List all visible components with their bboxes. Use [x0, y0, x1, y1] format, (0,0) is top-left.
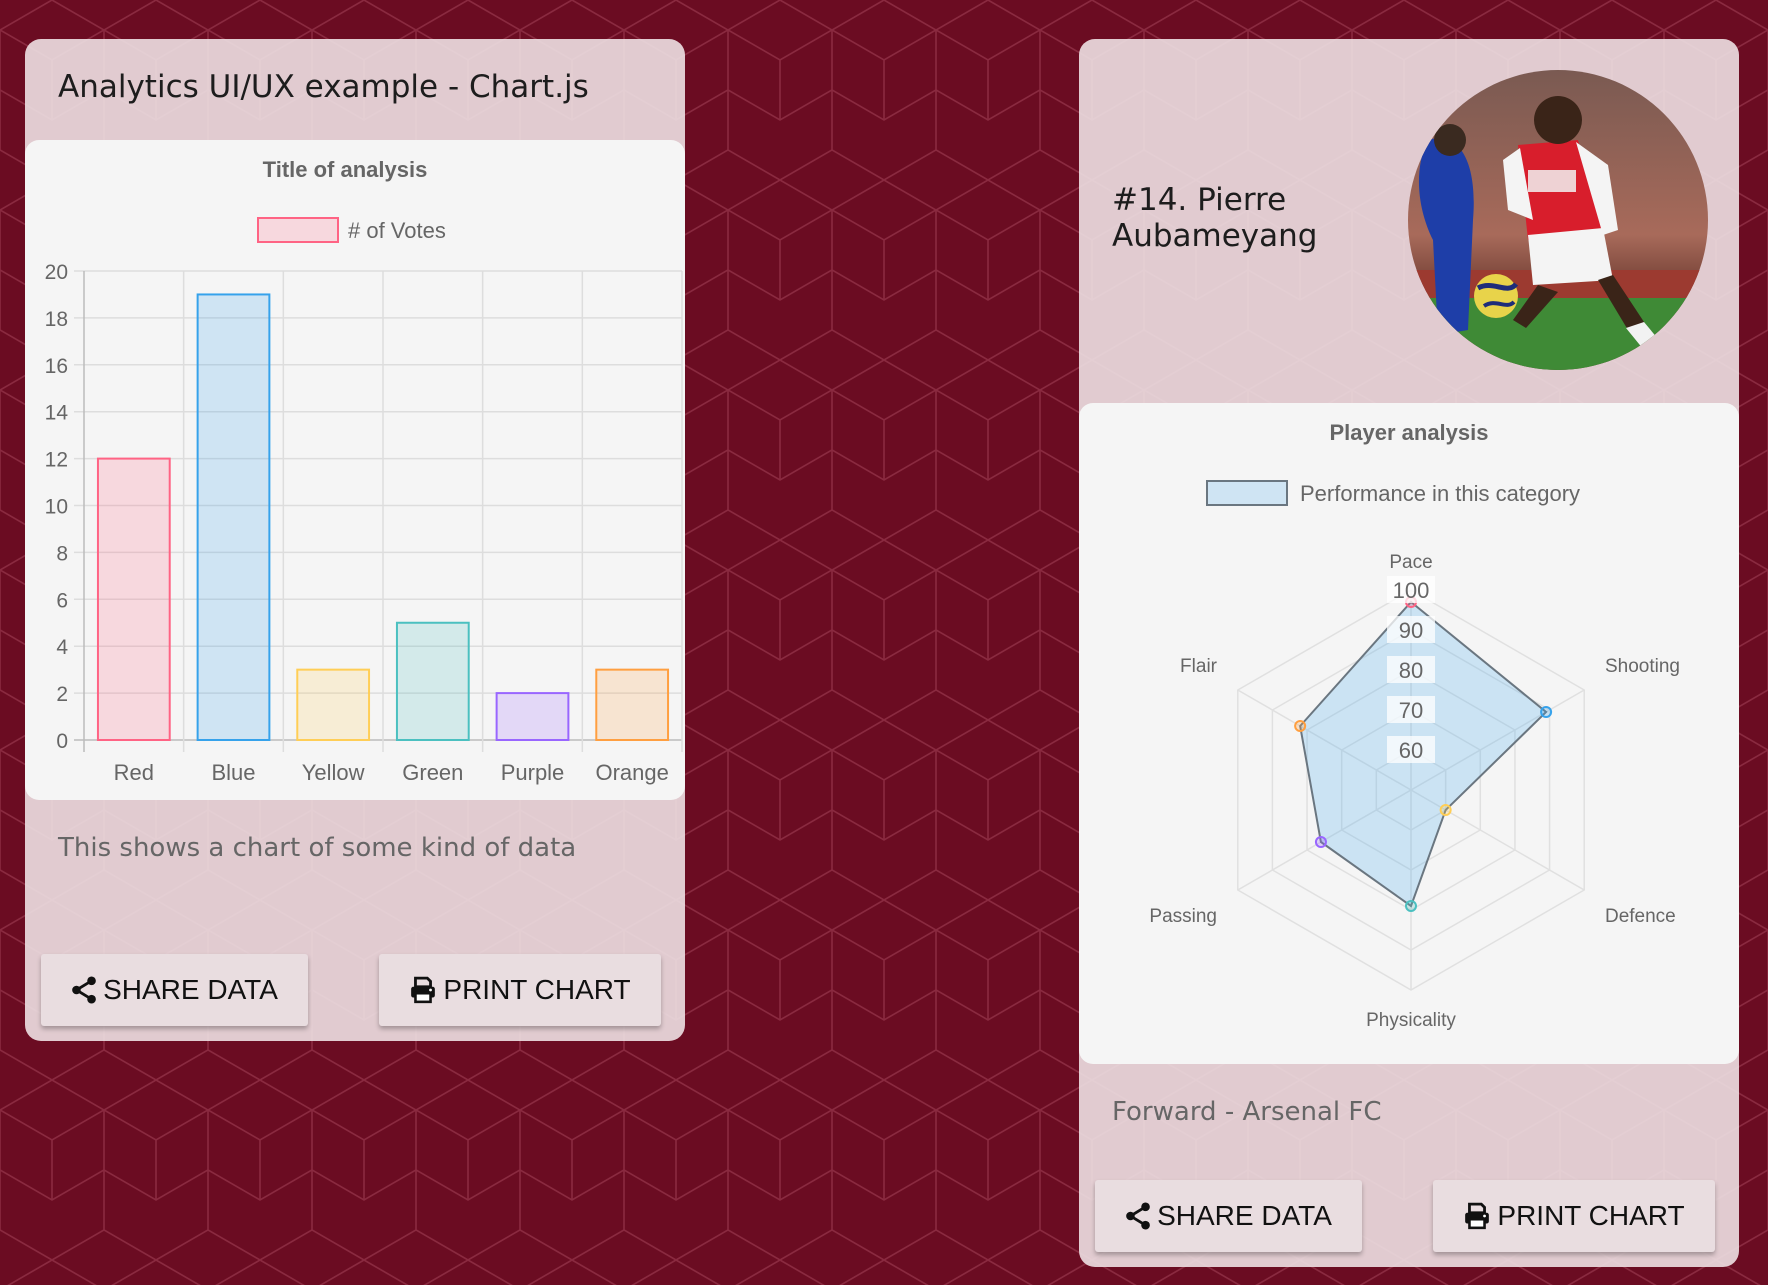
y-tick-label: 4 [56, 636, 68, 659]
y-tick-label: 12 [45, 449, 68, 472]
x-tick-label: Green [402, 760, 463, 785]
r-tick-label: 90 [1399, 618, 1423, 643]
r-tick-label: 70 [1399, 698, 1423, 723]
point-label-pace: Pace [1389, 552, 1432, 573]
card-title: Analytics UI/UX example - Chart.js [58, 69, 589, 105]
player-position: Forward - Arsenal FC [1112, 1097, 1382, 1127]
radar-point-passing [1314, 836, 1327, 848]
y-tick-label: 16 [45, 355, 68, 378]
radar-chart-panel: Player analysis Performance in this categ… [1079, 403, 1739, 1064]
y-tick-label: 20 [45, 261, 68, 284]
r-tick-label: 100 [1393, 578, 1430, 603]
x-tick-label: Orange [595, 760, 668, 785]
y-tick-label: 8 [56, 542, 68, 565]
y-tick-label: 14 [45, 402, 69, 425]
share-data-button[interactable]: SHARE DATA [1095, 1180, 1362, 1252]
print-chart-button[interactable]: PRINT CHART [379, 954, 661, 1026]
bar-green [395, 621, 470, 741]
radar-point-flair [1294, 720, 1307, 732]
r-tick-label: 80 [1399, 658, 1423, 683]
chart-title: Title of analysis [263, 157, 428, 182]
chart-description: This shows a chart of some kind of data [58, 833, 577, 863]
bar-chart-panel: Title of analysis # of Votes 0 2 4 6 8 10 12 14 16… [25, 140, 685, 800]
radar-chart: Player analysis Performance in this categ… [1149, 420, 1680, 1031]
point-label-shooting: Shooting [1605, 656, 1680, 677]
legend-swatch [257, 217, 339, 243]
bar-red [96, 457, 171, 741]
y-tick-label: 0 [56, 730, 68, 753]
print-chart-label: PRINT CHART [1497, 1200, 1685, 1231]
printer-icon [1465, 1202, 1490, 1230]
point-label-physicality: Physicality [1366, 1010, 1456, 1031]
legend-swatch [1206, 480, 1288, 506]
legend-label: Performance in this category [1300, 481, 1580, 506]
radar-point-physicality [1405, 900, 1417, 912]
bar-chart: Title of analysis # of Votes 0 2 4 6 8 10 12 14 16… [45, 157, 683, 785]
bar-yellow [296, 668, 371, 742]
y-tick-label: 2 [56, 683, 68, 706]
y-tick-label: 6 [56, 589, 68, 612]
share-data-label: SHARE DATA [1157, 1200, 1332, 1231]
point-label-defence: Defence [1605, 906, 1676, 927]
player-card: #14. Pierre Aubameyang Player analysis P… [1079, 39, 1739, 1267]
share-data-label: SHARE DATA [103, 974, 278, 1005]
bar-orange [595, 668, 670, 742]
point-label-flair: Flair [1180, 656, 1218, 677]
x-tick-label: Purple [501, 760, 565, 785]
r-tick-label: 60 [1399, 738, 1423, 763]
point-label-passing: Passing [1149, 906, 1217, 927]
bar-purple [495, 692, 570, 741]
share-icon [1126, 1202, 1150, 1230]
player-name: #14. Pierre Aubameyang [1112, 182, 1318, 254]
share-icon [72, 976, 96, 1004]
chart-title: Player analysis [1329, 420, 1488, 445]
y-tick-label: 10 [45, 496, 68, 519]
x-tick-label: Yellow [302, 760, 365, 785]
print-chart-label: PRINT CHART [443, 974, 631, 1005]
x-tick-label: Red [114, 760, 154, 785]
legend-label: # of Votes [348, 218, 446, 243]
radar-point-defence [1439, 804, 1452, 816]
analytics-card: Analytics UI/UX example - Chart.js Title… [25, 39, 685, 1041]
player-avatar [1408, 70, 1708, 370]
y-tick-label: 18 [45, 308, 68, 331]
print-chart-button[interactable]: PRINT CHART [1433, 1180, 1715, 1252]
printer-icon [411, 976, 436, 1004]
bar-blue [196, 293, 271, 741]
radar-point-shooting [1540, 706, 1553, 718]
share-data-button[interactable]: SHARE DATA [41, 954, 308, 1026]
x-tick-label: Blue [211, 760, 255, 785]
